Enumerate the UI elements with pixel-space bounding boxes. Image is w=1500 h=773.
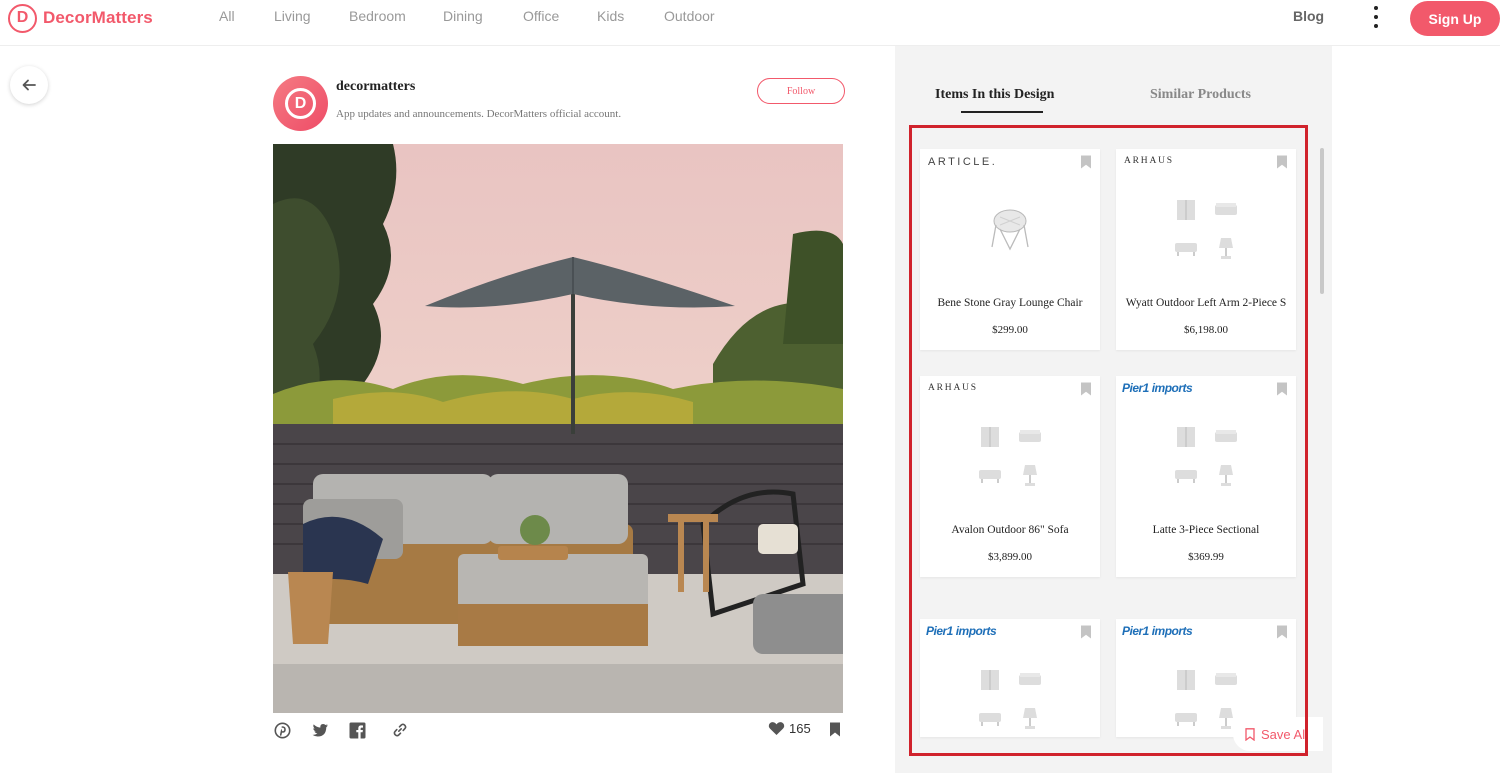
likes-count: 165 xyxy=(789,721,811,736)
post-bookmark-icon[interactable] xyxy=(829,722,841,742)
tab-similar-products[interactable]: Similar Products xyxy=(1150,87,1251,103)
panel-scrollbar[interactable] xyxy=(1320,148,1324,294)
sign-up-button[interactable]: Sign Up xyxy=(1410,1,1500,36)
facebook-icon[interactable] xyxy=(348,721,366,739)
share-row xyxy=(273,720,843,742)
nav-link-all[interactable]: All xyxy=(219,8,235,24)
more-menu-icon[interactable] xyxy=(1368,6,1384,28)
avatar[interactable]: D xyxy=(273,76,328,131)
post-bio: App updates and announcements. DecorMatt… xyxy=(336,108,622,120)
twitter-icon[interactable] xyxy=(311,721,329,739)
nav-link-dining[interactable]: Dining xyxy=(443,8,483,24)
pinterest-icon[interactable] xyxy=(273,721,291,739)
logo[interactable]: D DecorMatters xyxy=(8,3,153,33)
nav-link-living[interactable]: Living xyxy=(274,8,311,24)
nav-link-office[interactable]: Office xyxy=(523,8,559,24)
top-navigation: D DecorMatters All Living Bedroom Dining… xyxy=(0,0,1500,46)
nav-link-kids[interactable]: Kids xyxy=(597,8,624,24)
follow-button[interactable]: Follow xyxy=(757,78,845,104)
blog-link[interactable]: Blog xyxy=(1293,8,1324,24)
post-username[interactable]: decormatters xyxy=(336,79,415,95)
link-icon[interactable] xyxy=(391,721,409,739)
back-button[interactable] xyxy=(10,66,48,104)
items-highlight-box xyxy=(909,125,1308,756)
heart-icon xyxy=(768,722,785,735)
tab-items-in-design[interactable]: Items In this Design xyxy=(935,87,1054,103)
nav-link-bedroom[interactable]: Bedroom xyxy=(349,8,406,24)
nav-link-outdoor[interactable]: Outdoor xyxy=(664,8,715,24)
logo-icon: D xyxy=(8,3,37,33)
patio-scene-image xyxy=(273,144,843,713)
avatar-logo-icon: D xyxy=(285,88,316,119)
likes-counter[interactable]: 165 xyxy=(768,721,811,736)
logo-text: DecorMatters xyxy=(43,8,153,27)
arrow-left-icon xyxy=(22,79,36,91)
active-tab-indicator xyxy=(961,111,1043,113)
design-photo[interactable] xyxy=(273,144,843,713)
